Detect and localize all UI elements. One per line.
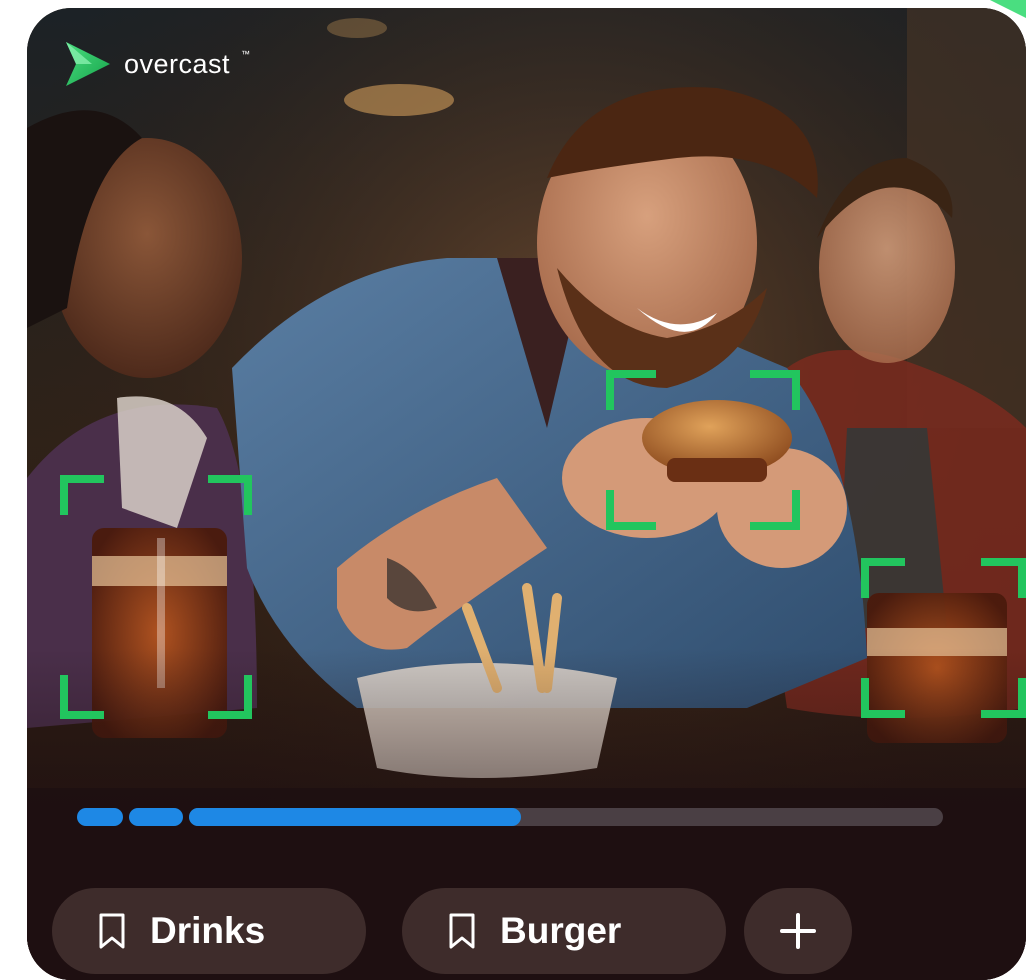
video-frame[interactable]: overcast ™ Drinks Burger (27, 8, 1026, 980)
logo-text: overcast (124, 48, 231, 79)
add-tag-button[interactable] (744, 888, 852, 974)
logo-trademark: ™ (241, 49, 251, 59)
detection-frame-drink-right[interactable] (861, 558, 1026, 718)
progress-segment-1 (77, 808, 123, 826)
story-progress-bar[interactable] (77, 808, 943, 826)
progress-fill (189, 808, 521, 826)
progress-segment-2 (129, 808, 183, 826)
tag-chip-label: Burger (500, 910, 622, 951)
plus-icon (780, 913, 816, 949)
tag-chip-burger[interactable]: Burger (402, 888, 726, 974)
brand-logo: overcast ™ (62, 36, 250, 92)
tag-chip-drinks[interactable]: Drinks (52, 888, 366, 974)
overcast-logo-icon (66, 42, 110, 86)
tag-chip-row: Drinks Burger (52, 888, 1012, 974)
detection-frame-burger[interactable] (606, 370, 800, 530)
corner-accent (990, 0, 1026, 18)
tag-chip-label: Drinks (150, 910, 266, 951)
bookmark-icon (449, 913, 475, 949)
bookmark-icon (99, 913, 125, 949)
detection-frame-drinks[interactable] (60, 475, 252, 719)
